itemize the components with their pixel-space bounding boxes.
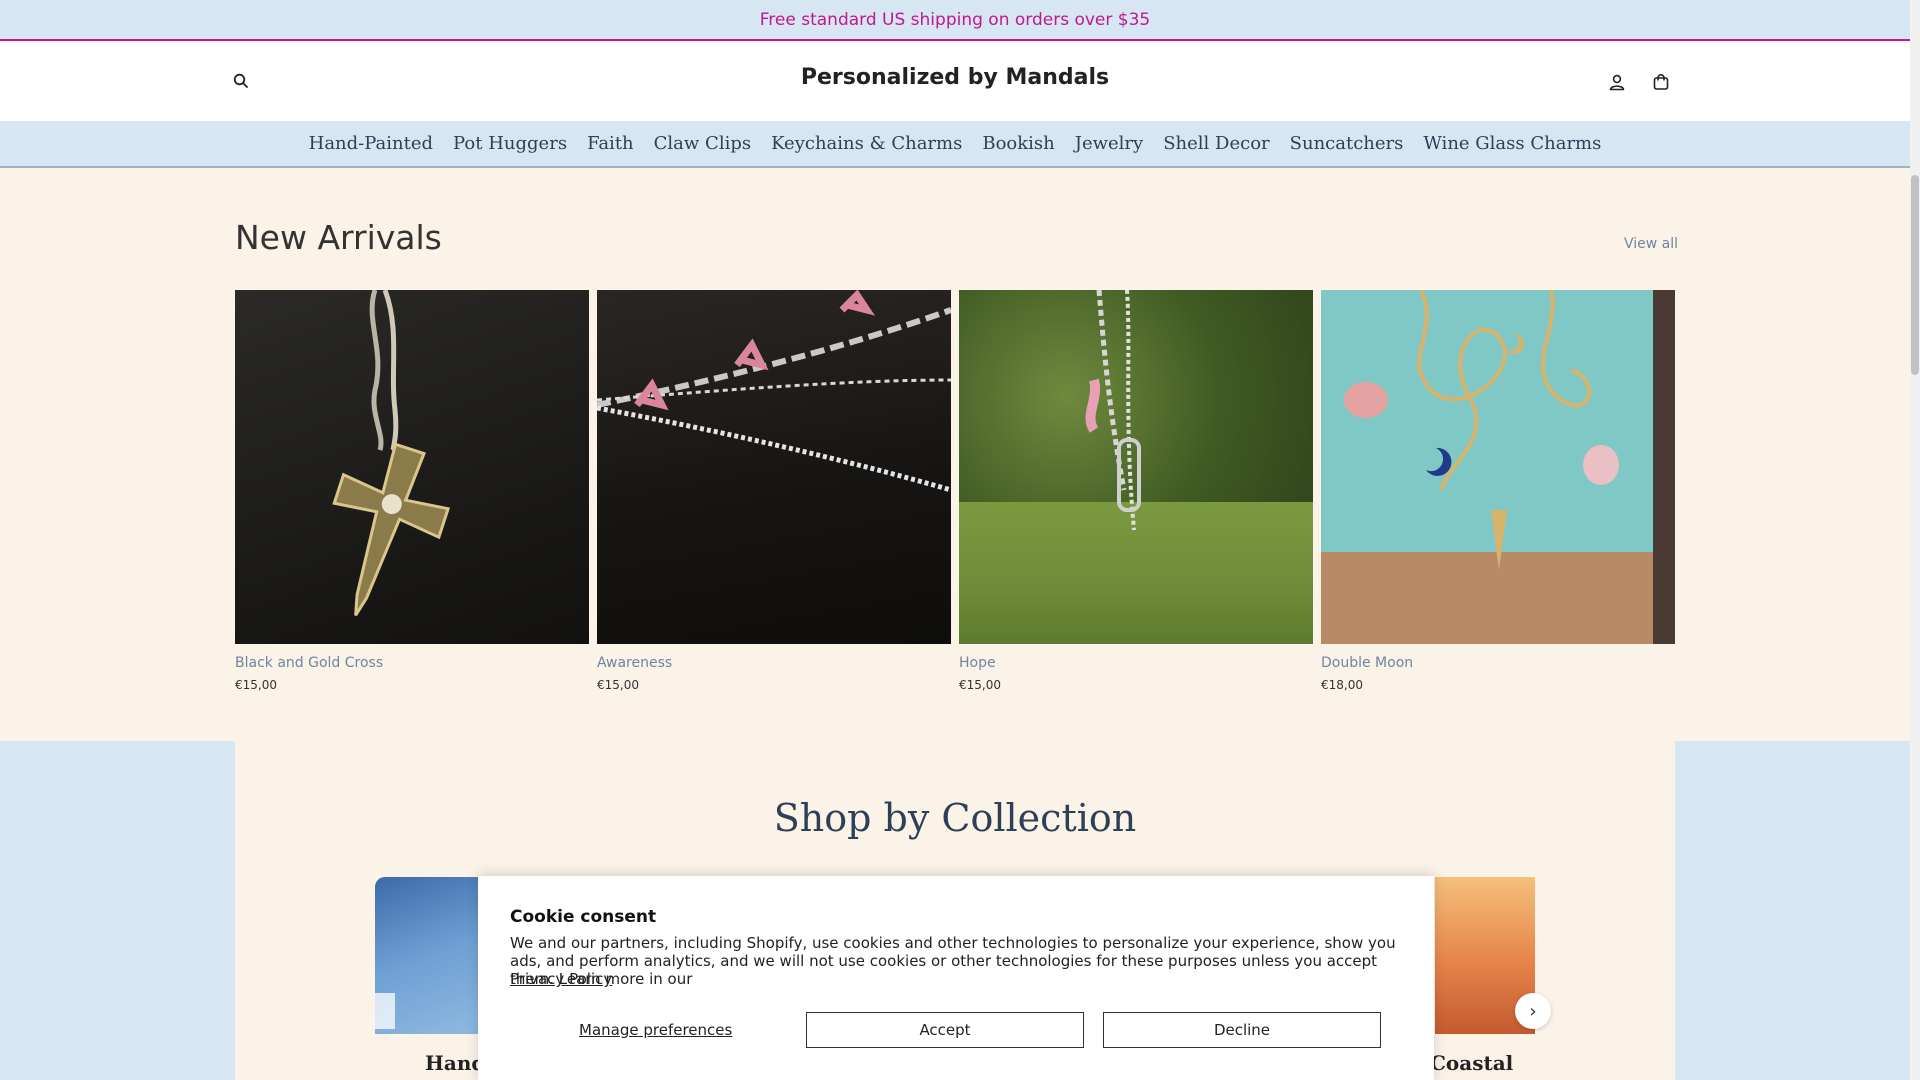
announcement-bar: Free standard US shipping on orders over… bbox=[0, 0, 1910, 41]
product-title[interactable]: Double Moon bbox=[1321, 655, 1675, 671]
user-icon bbox=[1609, 74, 1625, 91]
product-price: €15,00 bbox=[597, 678, 639, 692]
nav-item-bookish[interactable]: Bookish bbox=[982, 133, 1054, 154]
product-image[interactable] bbox=[597, 290, 951, 644]
nav-item-claw-clips[interactable]: Claw Clips bbox=[654, 133, 751, 154]
product-title[interactable]: Hope bbox=[959, 655, 1313, 671]
accept-button[interactable]: Accept bbox=[806, 1012, 1084, 1048]
double-moon-image bbox=[1344, 290, 1619, 570]
cookie-consent-dialog: Cookie consent We and our partners, incl… bbox=[478, 876, 1434, 1080]
nav-item-faith[interactable]: Faith bbox=[587, 133, 634, 154]
decline-button[interactable]: Decline bbox=[1103, 1012, 1381, 1048]
nav-item-pot-huggers[interactable]: Pot Huggers bbox=[453, 133, 567, 154]
product-image[interactable] bbox=[959, 290, 1313, 644]
product-title[interactable]: Black and Gold Cross bbox=[235, 655, 589, 671]
product-card[interactable]: Double Moon €18,00 bbox=[1321, 290, 1675, 692]
section-title: Shop by Collection bbox=[773, 796, 1137, 840]
nav-item-shell-decor[interactable]: Shell Decor bbox=[1163, 133, 1269, 154]
ribbon-chain-image bbox=[597, 290, 951, 493]
nav-item-jewelry[interactable]: Jewelry bbox=[1075, 133, 1143, 154]
account-button[interactable] bbox=[1603, 68, 1631, 96]
view-all-link[interactable]: View all bbox=[1624, 236, 1678, 252]
cross-pendant-image bbox=[332, 290, 451, 617]
new-arrivals-section: New Arrivals View all Black and Gold Cro… bbox=[0, 168, 1910, 741]
section-title: New Arrivals bbox=[235, 218, 442, 257]
announcement-text: Free standard US shipping on orders over… bbox=[759, 9, 1151, 30]
nav-item-wine-glass-charms[interactable]: Wine Glass Charms bbox=[1423, 133, 1601, 154]
product-card[interactable]: Awareness €15,00 bbox=[597, 290, 951, 692]
shopping-bag-icon bbox=[1653, 74, 1669, 90]
collection-label[interactable]: Coastal bbox=[1430, 1051, 1513, 1075]
collection-label[interactable]: Hand bbox=[425, 1051, 485, 1075]
product-image[interactable] bbox=[1321, 290, 1675, 644]
nav-item-suncatchers[interactable]: Suncatchers bbox=[1290, 133, 1404, 154]
chevron-right-icon: › bbox=[1529, 1000, 1537, 1022]
cookie-text: We and our partners, including Shopify, … bbox=[510, 934, 1396, 988]
product-card[interactable]: Black and Gold Cross €15,00 bbox=[235, 290, 589, 692]
product-price: €18,00 bbox=[1321, 678, 1363, 692]
product-image[interactable] bbox=[235, 290, 589, 644]
carousel-next-button[interactable]: › bbox=[1515, 993, 1551, 1029]
nav-item-hand-painted[interactable]: Hand-Painted bbox=[309, 133, 433, 154]
nav-item-keychains-charms[interactable]: Keychains & Charms bbox=[771, 133, 962, 154]
product-price: €15,00 bbox=[959, 678, 1001, 692]
scrollbar-thumb[interactable] bbox=[1911, 175, 1919, 375]
cart-button[interactable] bbox=[1647, 68, 1675, 96]
product-card[interactable]: Hope €15,00 bbox=[959, 290, 1313, 692]
product-title[interactable]: Awareness bbox=[597, 655, 951, 671]
privacy-policy-link[interactable]: Privacy Policy bbox=[510, 970, 612, 988]
carousel-prev-button[interactable] bbox=[375, 993, 395, 1029]
page-scrollbar[interactable] bbox=[1910, 0, 1920, 1080]
manage-preferences-link[interactable]: Manage preferences bbox=[579, 1021, 732, 1039]
cookie-title: Cookie consent bbox=[510, 907, 657, 927]
product-price: €15,00 bbox=[235, 678, 277, 692]
hope-chain-image bbox=[1085, 290, 1141, 531]
site-header: Personalized by Mandals bbox=[0, 43, 1910, 121]
main-nav: Hand-Painted Pot Huggers Faith Claw Clip… bbox=[0, 121, 1910, 168]
